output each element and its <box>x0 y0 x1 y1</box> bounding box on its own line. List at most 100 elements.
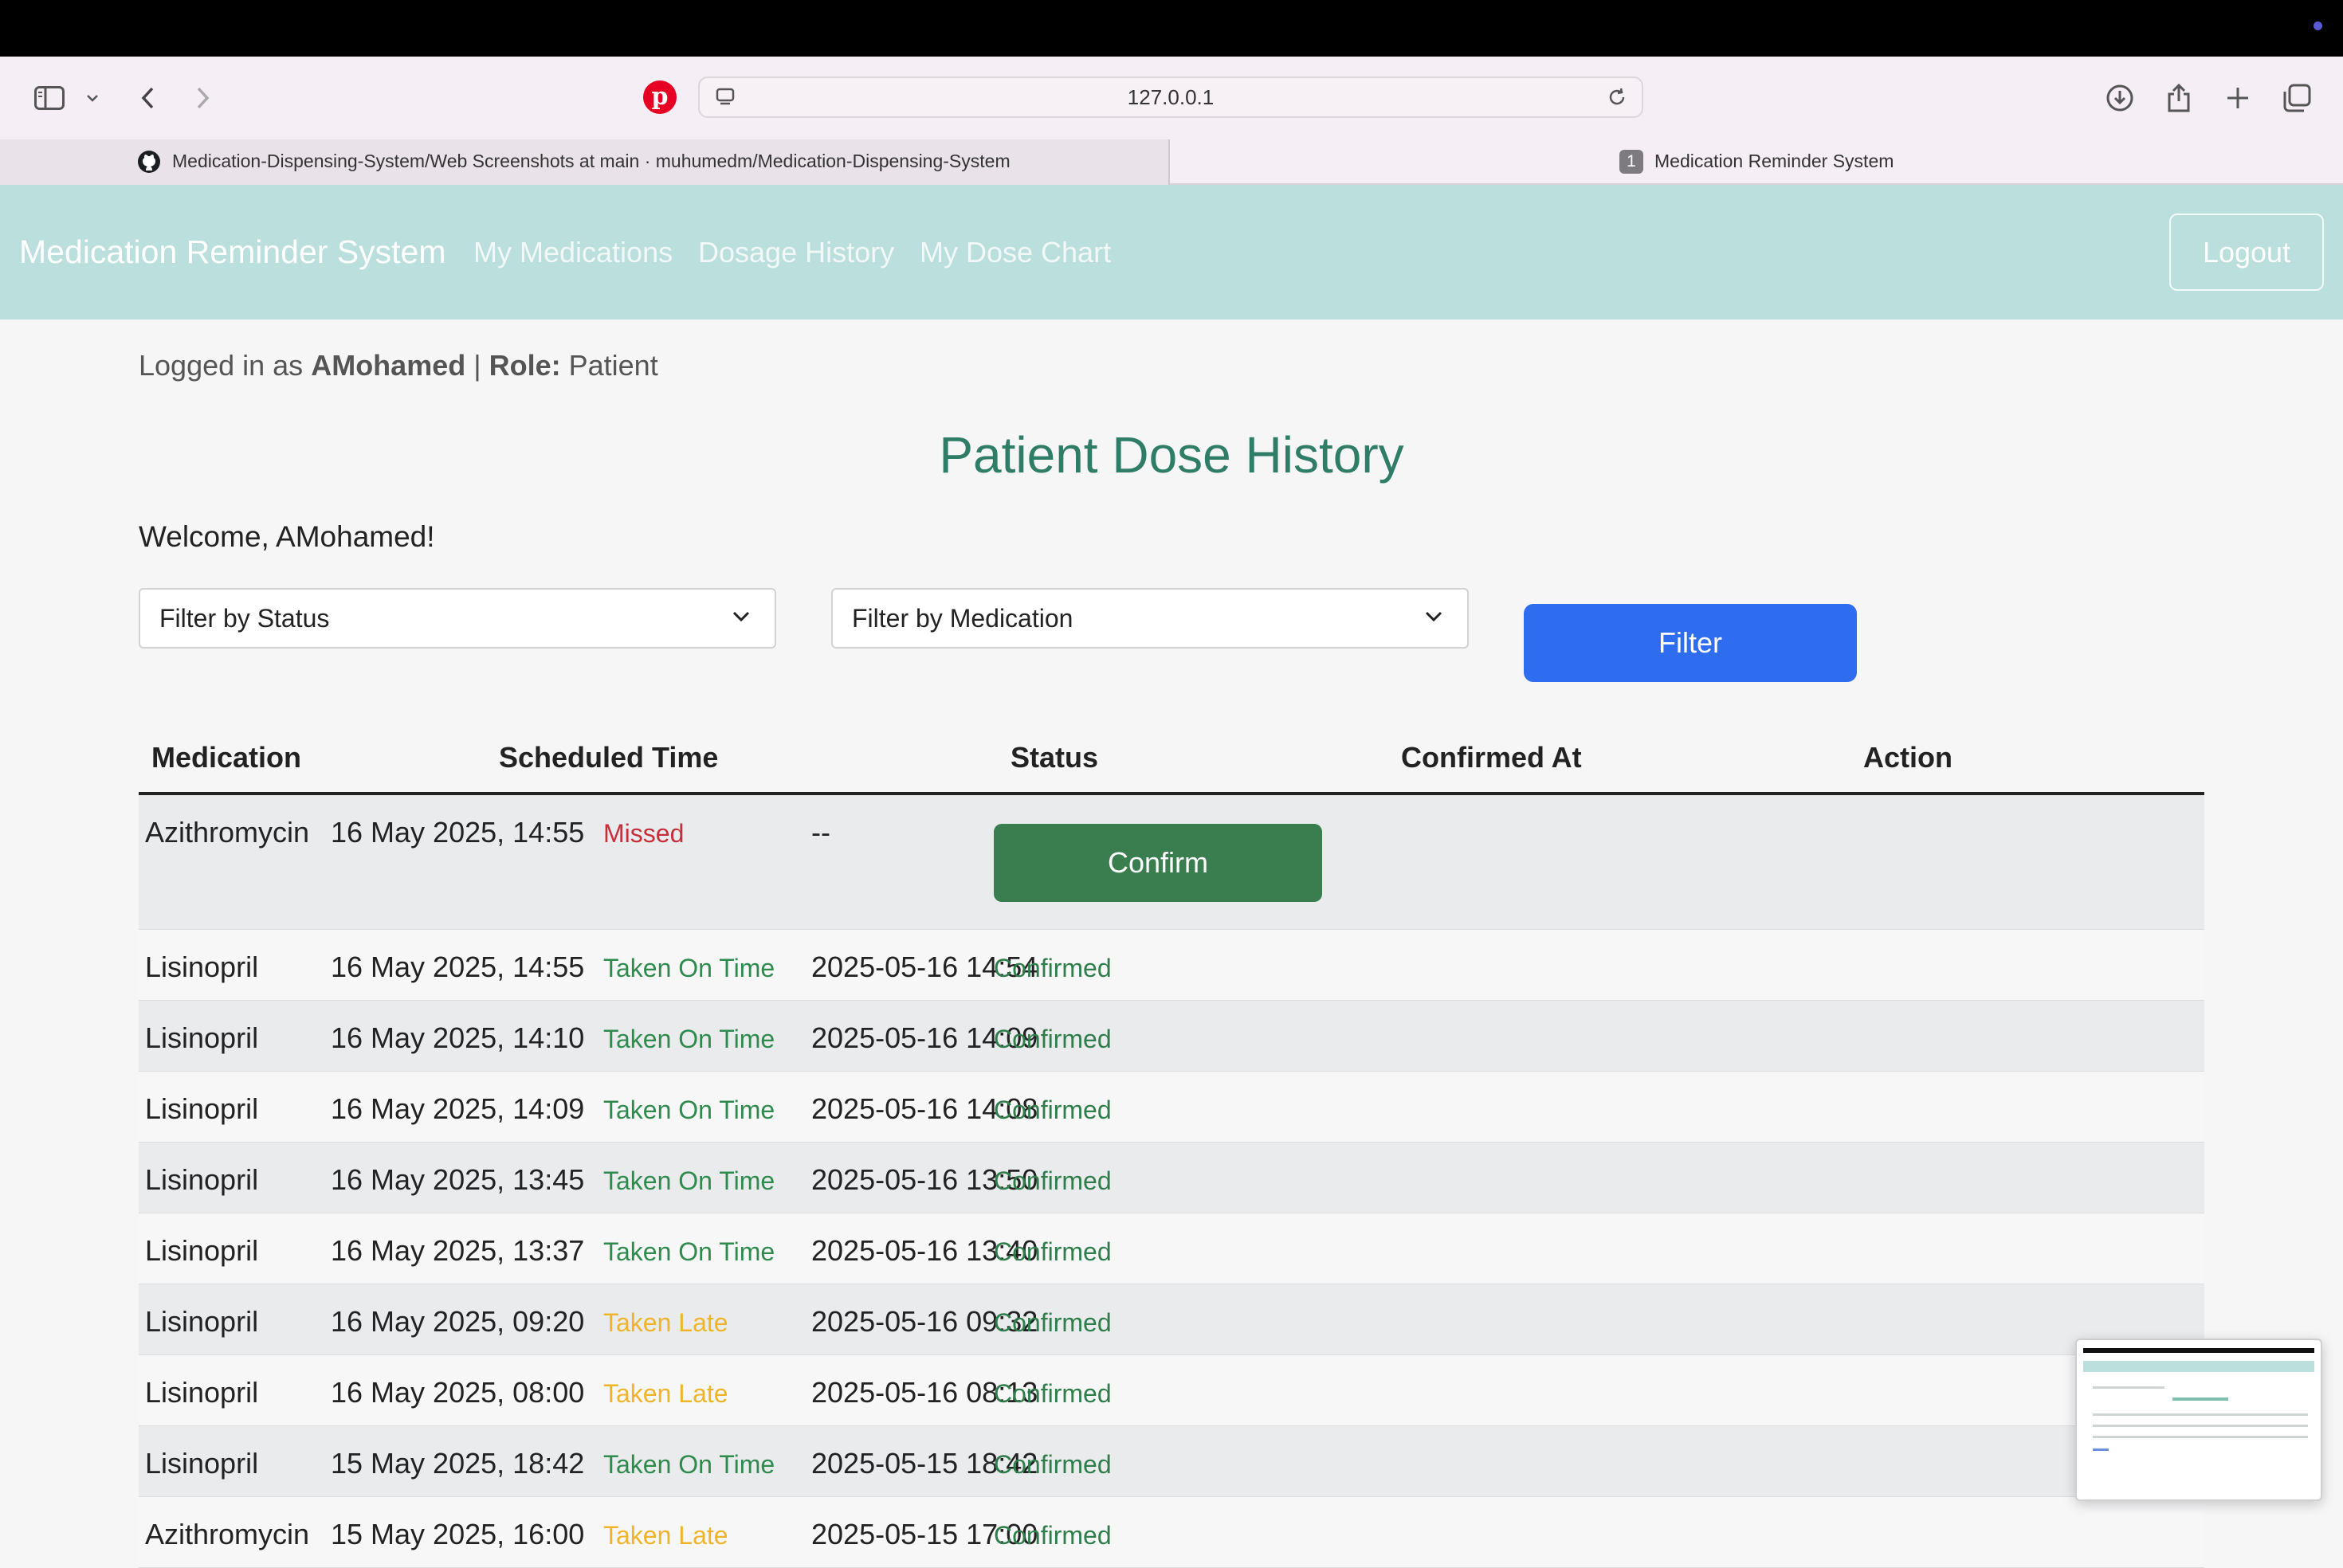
tab-medication-reminder[interactable]: 1 Medication Reminder System <box>1619 139 1894 183</box>
cell-status: Taken On Time <box>603 1237 775 1266</box>
session-username: AMohamed <box>311 349 466 382</box>
session-separator: | <box>473 349 481 382</box>
os-menu-bar <box>0 0 2343 57</box>
table-header: Medication Scheduled Time Status Confirm… <box>139 717 2204 795</box>
cell-status: Taken Late <box>603 1521 728 1550</box>
logout-button[interactable]: Logout <box>2169 214 2324 291</box>
app-navbar: Medication Reminder System My Medication… <box>0 185 2343 319</box>
forward-icon <box>191 80 215 116</box>
session-role: Patient <box>568 349 658 382</box>
table-row: Azithromycin 16 May 2025, 14:55 Missed -- Co… <box>139 795 2204 930</box>
header-medication: Medication <box>151 741 302 774</box>
tab-github[interactable]: Medication-Dispensing-System/Web Screens… <box>0 139 1170 185</box>
address-bar[interactable]: 127.0.0.1 <box>698 76 1643 118</box>
cell-medication: Lisinopril <box>145 951 259 983</box>
cell-status: Taken On Time <box>603 1450 775 1479</box>
tab-strip: Medication-Dispensing-System/Web Screens… <box>0 139 2343 185</box>
cell-status: Taken Late <box>603 1308 728 1337</box>
cell-medication: Lisinopril <box>145 1021 259 1054</box>
table-row: Lisinopril 16 May 2025, 08:00 Taken Late 20… <box>139 1355 2204 1426</box>
tab-label: Medication Reminder System <box>1654 151 1894 171</box>
header-confirmed-at: Confirmed At <box>1401 741 1582 774</box>
header-action: Action <box>1863 741 1952 774</box>
page-title: Patient Dose History <box>939 426 1404 484</box>
cell-medication: Lisinopril <box>145 1447 259 1480</box>
table-row: Lisinopril 16 May 2025, 13:37 Taken On Tim… <box>139 1213 2204 1284</box>
nav-link-dosage-history[interactable]: Dosage History <box>698 185 894 319</box>
cell-status: Taken Late <box>603 1379 728 1408</box>
cell-action-confirmed: Confirmed <box>994 1379 1112 1408</box>
brand-title[interactable]: Medication Reminder System <box>19 185 445 319</box>
cell-status: Taken On Time <box>603 1166 775 1195</box>
pinterest-icon[interactable]: p <box>643 80 677 114</box>
github-icon <box>138 150 160 173</box>
cell-action-confirmed: Confirmed <box>994 954 1112 982</box>
cell-medication: Azithromycin <box>145 816 310 849</box>
cell-scheduled-time: 15 May 2025, 16:00 <box>331 1518 585 1550</box>
dose-history-table: Medication Scheduled Time Status Confirm… <box>139 717 2204 1568</box>
browser-toolbar: p 127.0.0.1 <box>0 57 2343 139</box>
back-icon[interactable] <box>135 80 159 116</box>
cell-medication: Lisinopril <box>145 1305 259 1338</box>
header-status: Status <box>1011 741 1099 774</box>
cell-scheduled-time: 16 May 2025, 14:10 <box>331 1021 585 1054</box>
cell-scheduled-time: 15 May 2025, 18:42 <box>331 1447 585 1480</box>
url-text: 127.0.0.1 <box>1127 85 1215 109</box>
cell-action-confirmed: Confirmed <box>994 1237 1112 1266</box>
cell-scheduled-time: 16 May 2025, 13:45 <box>331 1163 585 1196</box>
cell-medication: Lisinopril <box>145 1092 259 1125</box>
new-tab-icon[interactable] <box>2222 80 2254 116</box>
cell-medication: Azithromycin <box>145 1518 310 1550</box>
reload-icon[interactable] <box>1607 87 1627 112</box>
cell-medication: Lisinopril <box>145 1234 259 1267</box>
cell-action-confirmed: Confirmed <box>994 1025 1112 1053</box>
status-dot-icon <box>2314 22 2322 30</box>
cell-medication: Lisinopril <box>145 1376 259 1409</box>
table-row: Lisinopril 15 May 2025, 18:42 Taken On Tim… <box>139 1426 2204 1497</box>
confirm-dose-button[interactable]: Confirm <box>994 824 1322 902</box>
cell-confirmed-at: -- <box>811 816 830 849</box>
share-icon[interactable] <box>2163 80 2195 116</box>
tab-label: Medication-Dispensing-System/Web Screens… <box>172 151 1011 171</box>
screenshot-thumbnail[interactable] <box>2075 1339 2322 1501</box>
status-filter-value: Filter by Status <box>159 604 330 633</box>
header-scheduled-time: Scheduled Time <box>499 741 719 774</box>
table-row: Lisinopril 16 May 2025, 13:45 Taken On Tim… <box>139 1143 2204 1213</box>
cell-action-confirmed: Confirmed <box>994 1450 1112 1479</box>
cell-status: Taken On Time <box>603 954 775 982</box>
cell-scheduled-time: 16 May 2025, 14:55 <box>331 951 585 983</box>
medication-filter-select[interactable]: Filter by Medication <box>831 588 1469 649</box>
chevron-down-icon <box>1425 611 1442 622</box>
tab-badge: 1 <box>1619 149 1643 174</box>
cell-status: Taken On Time <box>603 1096 775 1124</box>
download-icon[interactable] <box>2104 80 2136 116</box>
cell-scheduled-time: 16 May 2025, 14:55 <box>331 816 585 849</box>
session-info: Logged in as AMohamed | Role: Patient <box>139 349 658 382</box>
cell-status: Missed <box>603 819 685 848</box>
table-row: Lisinopril 16 May 2025, 14:55 Taken On Tim… <box>139 930 2204 1001</box>
session-role-label: Role: <box>489 349 561 382</box>
nav-link-my-medications[interactable]: My Medications <box>473 185 673 319</box>
filter-button[interactable]: Filter <box>1524 604 1857 682</box>
medication-filter-value: Filter by Medication <box>852 604 1073 633</box>
session-prefix: Logged in as <box>139 349 304 382</box>
sidebar-icon[interactable] <box>32 80 67 116</box>
table-body: Azithromycin 16 May 2025, 14:55 Missed -- Co… <box>139 795 2204 1568</box>
cell-scheduled-time: 16 May 2025, 14:09 <box>331 1092 585 1125</box>
cell-status: Taken On Time <box>603 1025 775 1053</box>
chevron-down-icon[interactable] <box>83 80 102 116</box>
tab-overview-icon[interactable] <box>2281 80 2313 116</box>
welcome-message: Welcome, AMohamed! <box>139 520 435 553</box>
cell-action-confirmed: Confirmed <box>994 1166 1112 1195</box>
table-row: Lisinopril 16 May 2025, 14:09 Taken On Tim… <box>139 1072 2204 1143</box>
nav-link-my-dose-chart[interactable]: My Dose Chart <box>920 185 1111 319</box>
cell-action-confirmed: Confirmed <box>994 1308 1112 1337</box>
table-row: Lisinopril 16 May 2025, 14:10 Taken On Tim… <box>139 1001 2204 1072</box>
chevron-down-icon <box>732 611 750 622</box>
cell-action-confirmed: Confirmed <box>994 1096 1112 1124</box>
cell-medication: Lisinopril <box>145 1163 259 1196</box>
status-filter-select[interactable]: Filter by Status <box>139 588 776 649</box>
cell-scheduled-time: 16 May 2025, 08:00 <box>331 1376 585 1409</box>
cell-scheduled-time: 16 May 2025, 13:37 <box>331 1234 585 1267</box>
cell-scheduled-time: 16 May 2025, 09:20 <box>331 1305 585 1338</box>
